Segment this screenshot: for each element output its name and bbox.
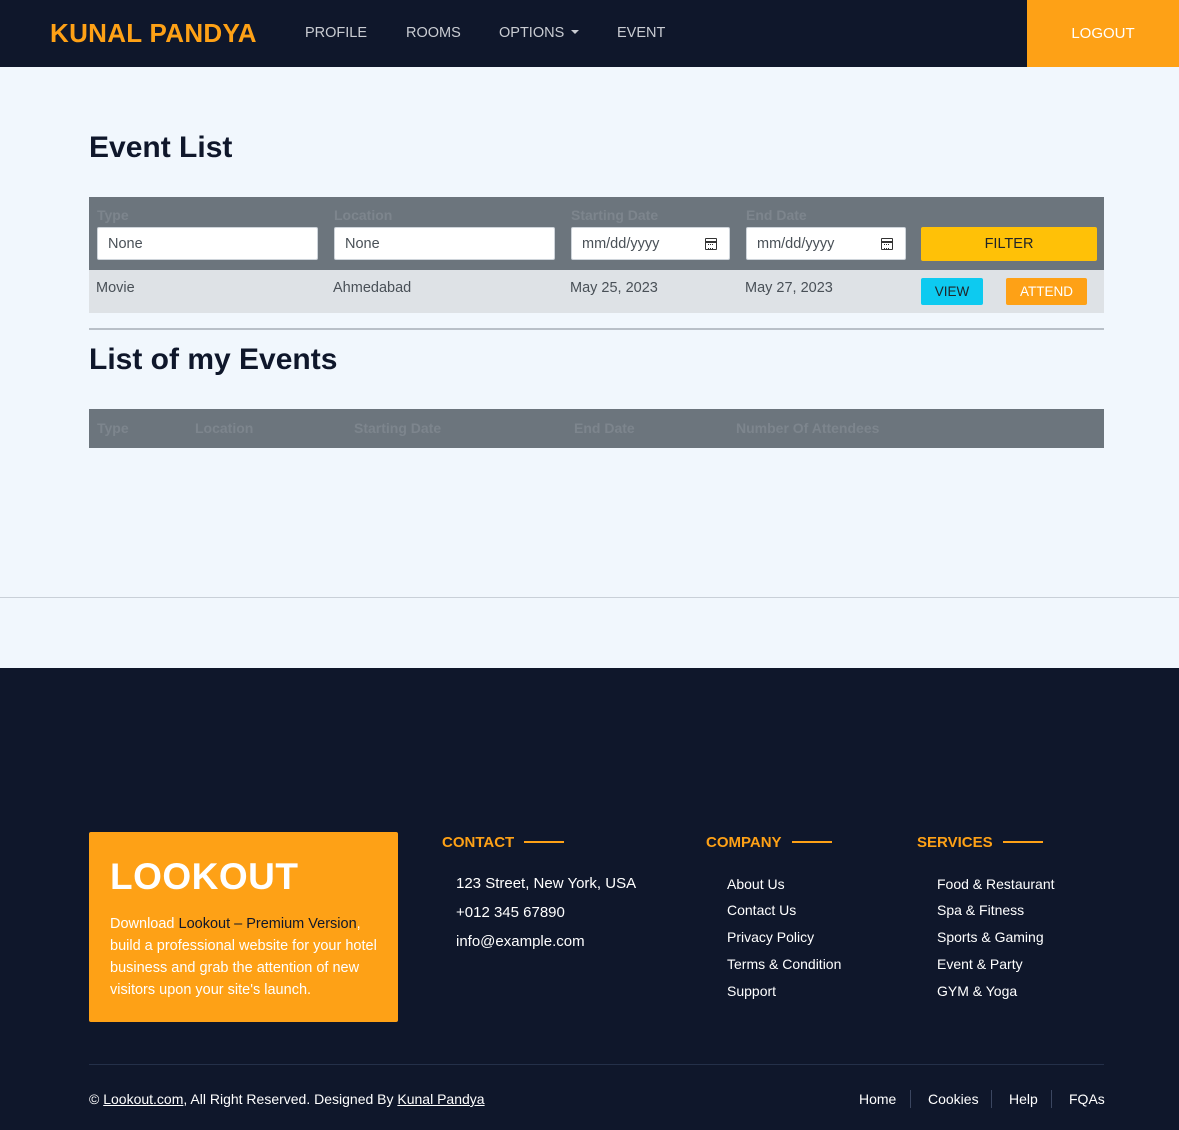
row-location: Ahmedabad (333, 280, 412, 296)
footer-link-home[interactable]: Home (859, 1091, 896, 1107)
footer: LOOKOUT Download Lookout – Premium Versi… (0, 668, 1179, 1130)
company-link-terms[interactable]: Terms & Condition (727, 956, 841, 972)
footer-link-help[interactable]: Help (1009, 1091, 1038, 1107)
contact-email[interactable]: info@example.com (456, 933, 585, 950)
end-date-placeholder: mm/dd/yyyy (757, 236, 835, 252)
brand-logo[interactable]: KUNAL PANDYA (50, 18, 257, 49)
contact-phone: +012 345 67890 (456, 904, 565, 921)
type-filter-select[interactable]: None (97, 227, 318, 260)
divider (89, 328, 1104, 330)
start-date-placeholder: mm/dd/yyyy (582, 236, 660, 252)
logout-button[interactable]: LOGOUT (1027, 0, 1179, 67)
navbar: KUNAL PANDYA PROFILE ROOMS OPTIONS EVENT… (0, 0, 1179, 67)
row-type: Movie (96, 280, 135, 296)
row-end-date: May 27, 2023 (745, 280, 833, 296)
separator (1051, 1090, 1052, 1108)
attend-button[interactable]: ATTEND (1006, 278, 1087, 305)
column-attendees: Number Of Attendees (736, 420, 880, 436)
footer-divider (89, 1064, 1104, 1065)
promo-text: Download Lookout – Premium Version, buil… (110, 913, 380, 1001)
calendar-icon[interactable] (705, 238, 717, 250)
promo-link[interactable]: Lookout – Premium Version (179, 916, 357, 932)
column-starting-date: Starting Date (354, 420, 442, 436)
promo-title: LOOKOUT (110, 856, 299, 897)
company-link-support[interactable]: Support (727, 983, 776, 999)
copyright-site-link[interactable]: Lookout.com (103, 1091, 183, 1107)
company-link-contact[interactable]: Contact Us (727, 902, 796, 918)
event-list-title: Event List (89, 131, 233, 164)
heading-underline (791, 841, 832, 843)
service-link-gym[interactable]: GYM & Yoga (937, 983, 1017, 999)
services-heading-label: SERVICES (917, 834, 993, 851)
heading-underline (524, 841, 565, 843)
my-events-table-header: Type Location Starting Date End Date Num… (89, 409, 1104, 448)
column-location: Location (195, 420, 254, 436)
column-location: Location (334, 207, 393, 223)
company-heading: COMPANY (706, 834, 832, 851)
event-filter-header: Type Location Starting Date End Date Non… (89, 197, 1104, 270)
heading-underline (1002, 841, 1043, 843)
copyright-prefix: © (89, 1091, 104, 1107)
promo-box: LOOKOUT Download Lookout – Premium Versi… (89, 832, 398, 1022)
nav-event[interactable]: EVENT (617, 25, 665, 41)
service-link-sports[interactable]: Sports & Gaming (937, 929, 1044, 945)
column-starting-date: Starting Date (571, 207, 659, 223)
copyright-mid: , All Right Reserved. Designed By (183, 1091, 398, 1107)
column-end-date: End Date (746, 207, 807, 223)
service-link-event[interactable]: Event & Party (937, 956, 1023, 972)
contact-heading: CONTACT (442, 834, 565, 851)
service-link-food[interactable]: Food & Restaurant (937, 876, 1055, 892)
company-link-privacy[interactable]: Privacy Policy (727, 929, 814, 945)
nav-profile[interactable]: PROFILE (305, 25, 367, 41)
nav-rooms[interactable]: ROOMS (406, 25, 461, 41)
caret-down-icon (571, 30, 580, 34)
services-heading: SERVICES (917, 834, 1043, 851)
calendar-icon[interactable] (881, 238, 893, 250)
nav-options-dropdown[interactable]: OPTIONS (499, 25, 580, 41)
filter-button[interactable]: FILTER (921, 227, 1097, 261)
footer-link-cookies[interactable]: Cookies (928, 1091, 979, 1107)
row-start-date: May 25, 2023 (570, 280, 658, 296)
column-type: Type (97, 420, 129, 436)
divider (0, 597, 1179, 598)
copyright-author-link[interactable]: Kunal Pandya (397, 1091, 484, 1107)
nav-options-label: OPTIONS (499, 25, 565, 41)
event-list-table: Type Location Starting Date End Date Non… (89, 197, 1104, 313)
my-events-title: List of my Events (89, 343, 338, 376)
view-button[interactable]: VIEW (921, 278, 983, 305)
contact-address: 123 Street, New York, USA (456, 875, 637, 892)
start-date-input[interactable]: mm/dd/yyyy (571, 227, 730, 260)
company-link-about[interactable]: About Us (727, 876, 785, 892)
footer-link-fqas[interactable]: FQAs (1069, 1091, 1105, 1107)
promo-text-lead: Download (110, 916, 179, 932)
separator (991, 1090, 992, 1108)
end-date-input[interactable]: mm/dd/yyyy (746, 227, 906, 260)
company-heading-label: COMPANY (706, 834, 782, 851)
column-type: Type (97, 207, 129, 223)
contact-heading-label: CONTACT (442, 834, 515, 851)
location-filter-select[interactable]: None (334, 227, 555, 260)
copyright-text: © Lookout.com, All Right Reserved. Desig… (89, 1091, 485, 1107)
column-end-date: End Date (574, 420, 635, 436)
service-link-spa[interactable]: Spa & Fitness (937, 902, 1024, 918)
separator (910, 1090, 911, 1108)
table-row: Movie Ahmedabad May 25, 2023 May 27, 202… (89, 270, 1104, 313)
